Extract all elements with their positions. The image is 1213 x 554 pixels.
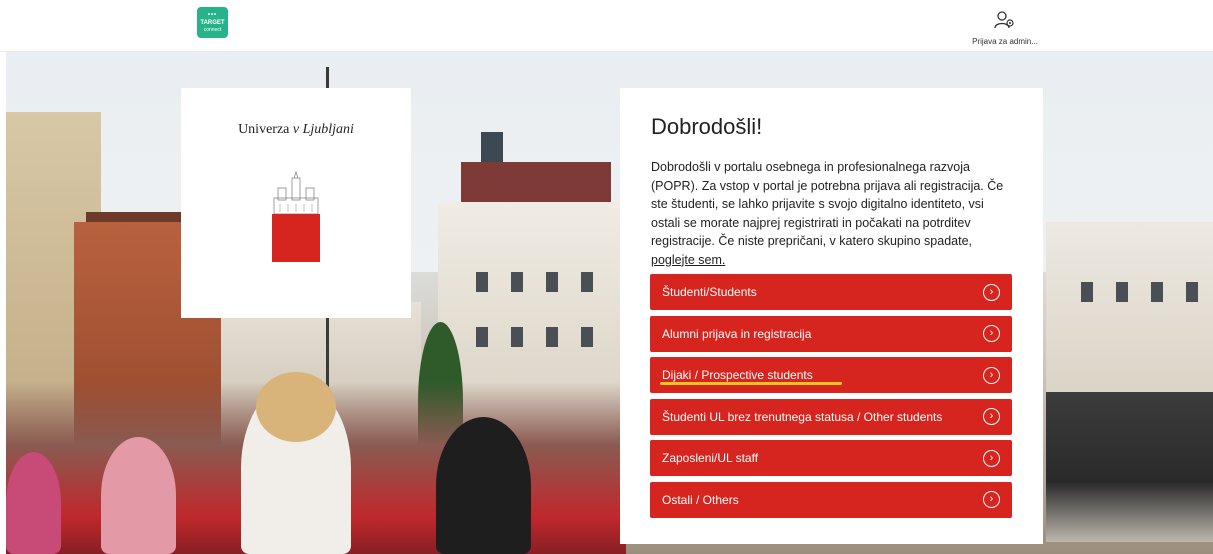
welcome-intro: Dobrodošli v portalu osebnega in profesi… <box>651 158 1013 278</box>
window <box>1116 282 1128 302</box>
students-button-label: Študenti/Students <box>662 285 757 299</box>
window <box>546 272 558 292</box>
admin-login-label: Prijava za admin... <box>972 37 1038 46</box>
window <box>476 272 488 292</box>
window <box>476 327 488 347</box>
alumni-button-label: Alumni prijava in registracija <box>662 326 812 341</box>
other-students-button[interactable]: Študenti UL brez trenutnega statusa / Ot… <box>650 398 1012 435</box>
welcome-card: Dobrodošli! Dobrodošli v portalu osebneg… <box>620 88 1043 544</box>
window <box>511 327 523 347</box>
top-header: ••• TARGET connect Prijava za admin... <box>0 0 1213 52</box>
others-button-label: Ostali / Others <box>662 492 739 507</box>
window <box>1081 282 1093 302</box>
window <box>511 272 523 292</box>
person-blonde-hair <box>256 372 336 442</box>
prospective-students-button[interactable]: Dijaki / Prospective students › <box>650 357 1012 394</box>
logo-line2: connect <box>203 26 222 33</box>
welcome-title: Dobrodošli! <box>651 114 763 139</box>
login-options: Študenti/Students › Alumni prijava in re… <box>650 274 1012 524</box>
chevron-right-circle-icon: › <box>983 325 1000 343</box>
chevron-right-circle-icon: › <box>983 491 1000 509</box>
students-button[interactable]: Študenti/Students › <box>650 274 1012 310</box>
admin-login-button[interactable]: Prijava za admin... <box>960 10 1050 46</box>
chevron-right-circle-icon: › <box>983 366 1000 384</box>
logo-line1: TARGET <box>200 19 225 26</box>
staff-button[interactable]: Zaposleni/UL staff › <box>650 440 1012 477</box>
chevron-right-circle-icon: › <box>983 408 1000 426</box>
highlight-underline <box>660 382 842 386</box>
prospective-students-button-label: Dijaki / Prospective students <box>662 368 813 383</box>
person-pink <box>6 452 61 554</box>
window <box>1151 282 1163 302</box>
alumni-button[interactable]: Alumni prijava in registracija › <box>650 315 1012 352</box>
person-black-top <box>436 417 531 554</box>
target-connect-logo[interactable]: ••• TARGET connect <box>197 7 228 38</box>
other-students-button-label: Študenti UL brez trenutnega statusa / Ot… <box>662 409 943 424</box>
welcome-intro-text: Dobrodošli v portalu osebnega in profesi… <box>651 160 1004 248</box>
window <box>1186 282 1198 302</box>
others-button[interactable]: Ostali / Others › <box>650 481 1012 518</box>
university-name: Univerza v Ljubljani <box>238 122 354 137</box>
user-gear-icon <box>994 10 1016 35</box>
chevron-right-circle-icon: › <box>983 449 1000 467</box>
person-pink-jacket <box>101 437 176 554</box>
right-crowd <box>1046 392 1213 542</box>
logo-dots: ••• <box>207 11 218 18</box>
staff-button-label: Zaposleni/UL staff <box>662 451 759 466</box>
see-here-link[interactable]: poglejte sem. <box>651 253 725 267</box>
chevron-right-circle-icon: › <box>983 283 1000 301</box>
window <box>581 327 593 347</box>
university-logo-card: Univerza v Ljubljani <box>181 88 411 318</box>
window <box>581 272 593 292</box>
university-emblem-icon <box>272 166 320 262</box>
window <box>546 327 558 347</box>
